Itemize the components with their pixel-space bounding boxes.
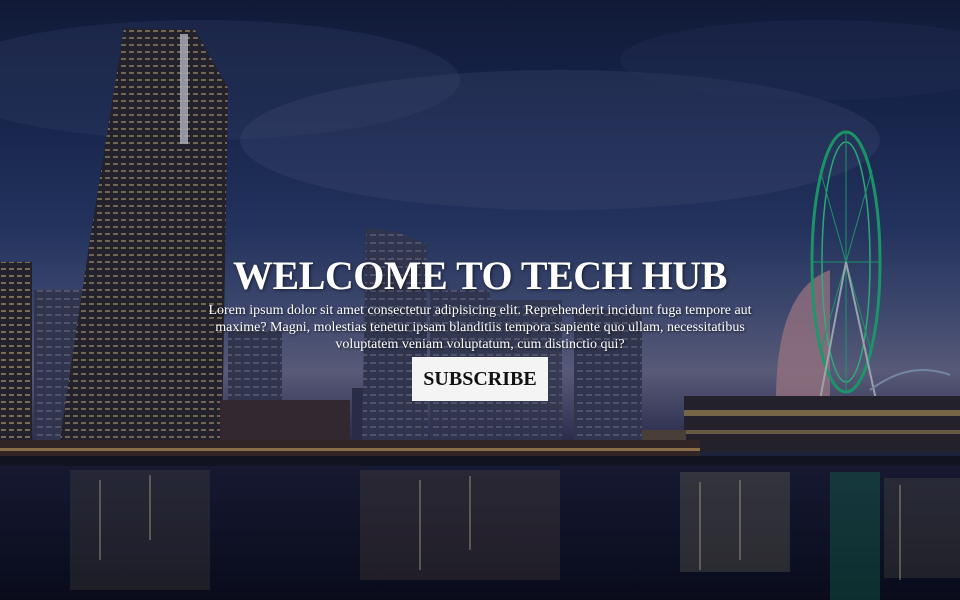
hero-title: WELCOME TO TECH HUB [233, 253, 727, 298]
hero-subtitle: Lorem ipsum dolor sit amet consectetur a… [208, 303, 752, 352]
hero-section: WELCOME TO TECH HUB Lorem ipsum dolor si… [0, 0, 960, 600]
hero-content: WELCOME TO TECH HUB Lorem ipsum dolor si… [0, 252, 960, 401]
subscribe-button[interactable]: SUBSCRIBE [412, 357, 548, 401]
